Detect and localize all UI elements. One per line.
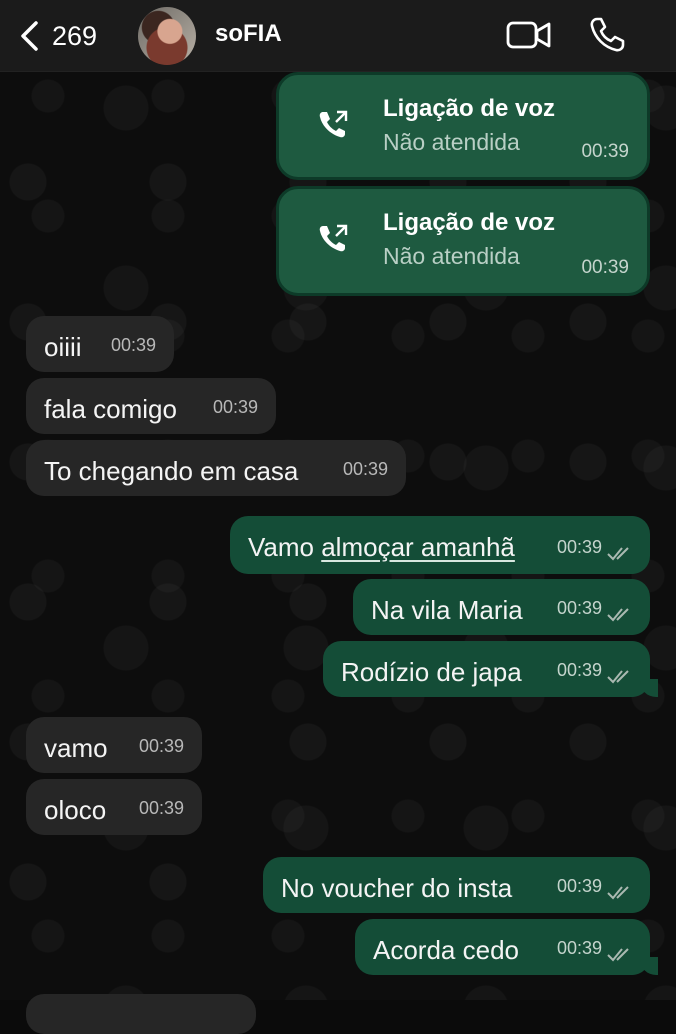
missed-call-card[interactable]: Ligação de voz Não atendida 00:39 (276, 72, 650, 180)
outgoing-message[interactable]: No voucher do insta 00:39 (263, 857, 650, 913)
bubble-tail (640, 679, 658, 697)
message-time: 00:39 (581, 257, 629, 278)
message-text-plain: Vamo (248, 532, 322, 562)
message-text: Vamo almoçar amanhã (248, 532, 515, 562)
incoming-message[interactable]: To chegando em casa 00:39 (26, 440, 406, 496)
message-time: 00:39 (556, 938, 602, 958)
double-check-icon (607, 608, 629, 622)
message-text: To chegando em casa (44, 456, 299, 486)
message-time: 00:39 (556, 660, 602, 680)
incoming-message[interactable]: oloco 00:39 (26, 779, 202, 835)
incoming-message[interactable]: fala comigo 00:39 (26, 378, 276, 434)
call-title: Ligação de voz (383, 95, 556, 122)
outgoing-message[interactable]: Na vila Maria 00:39 (353, 579, 650, 635)
missed-call-icon (319, 110, 348, 138)
contact-name[interactable]: soFIA (215, 20, 282, 48)
incoming-message[interactable]: oiiii 00:39 (26, 316, 174, 372)
outgoing-message[interactable]: Vamo almoçar amanhã 00:39 (230, 516, 650, 574)
message-time: 00:39 (110, 335, 156, 355)
double-check-icon (607, 948, 629, 962)
contact-avatar[interactable] (138, 7, 196, 65)
incoming-message-partial[interactable] (26, 994, 256, 1034)
unread-count: 269 (52, 20, 98, 51)
message-time: 00:39 (342, 459, 388, 479)
message-time: 00:39 (581, 141, 629, 162)
double-check-icon (607, 886, 629, 900)
outgoing-message[interactable]: Acorda cedo 00:39 (355, 919, 650, 975)
message-list[interactable]: Ligação de voz Não atendida 00:39 Ligaçã… (0, 72, 676, 1034)
message-text: No voucher do insta (281, 873, 513, 903)
message-text: Acorda cedo (373, 935, 519, 965)
message-text: fala comigo (44, 394, 177, 424)
message-link-text[interactable]: almoçar amanhã (321, 532, 515, 562)
message-text: oloco (44, 795, 107, 825)
double-check-icon (607, 547, 629, 561)
call-status: Não atendida (383, 129, 520, 155)
incoming-message[interactable]: vamo 00:39 (26, 717, 202, 773)
double-check-icon (607, 670, 629, 684)
missed-call-icon (319, 224, 348, 252)
message-time: 00:39 (138, 798, 184, 818)
message-time: 00:39 (138, 736, 184, 756)
missed-call-card[interactable]: Ligação de voz Não atendida 00:39 (276, 186, 650, 296)
back-button[interactable]: 269 (18, 18, 118, 54)
message-time: 00:39 (556, 537, 602, 557)
message-text: oiiii (44, 332, 82, 362)
message-text: Na vila Maria (371, 595, 523, 625)
message-time: 00:39 (212, 397, 258, 417)
phone-call-icon[interactable] (588, 16, 626, 54)
call-title: Ligação de voz (383, 209, 556, 236)
message-time: 00:39 (556, 598, 602, 618)
video-call-icon[interactable] (506, 18, 552, 52)
call-status: Não atendida (383, 243, 520, 269)
message-text: vamo (44, 733, 108, 763)
chevron-left-icon (21, 21, 38, 51)
message-text: Rodízio de japa (341, 657, 522, 687)
chat-header: 269 soFIA (0, 0, 676, 72)
bubble-tail (640, 957, 658, 975)
outgoing-message[interactable]: Rodízio de japa 00:39 (323, 641, 650, 697)
message-time: 00:39 (556, 876, 602, 896)
